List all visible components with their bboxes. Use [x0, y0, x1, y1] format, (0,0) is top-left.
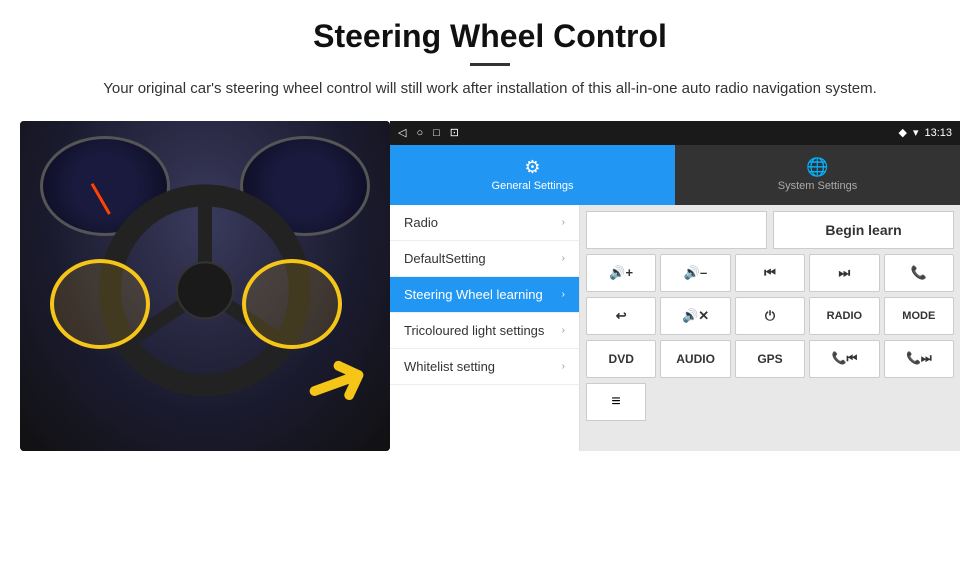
menu-steering-label: Steering Wheel learning — [404, 287, 543, 302]
chevron-icon-default: › — [562, 253, 565, 264]
menu-item-tricoloured[interactable]: Tricoloured light settings › — [390, 313, 579, 349]
highlight-circle-left — [50, 259, 150, 349]
dvd-button[interactable]: DVD — [586, 340, 656, 378]
menu-item-whitelist[interactable]: Whitelist setting › — [390, 349, 579, 385]
tab-system-settings[interactable]: 🌐 System Settings — [675, 145, 960, 205]
menu-item-steering[interactable]: Steering Wheel learning › — [390, 277, 579, 313]
tab-general-label: General Settings — [492, 180, 574, 192]
mode-button[interactable]: MODE — [884, 297, 954, 335]
gps-button[interactable]: GPS — [735, 340, 805, 378]
chevron-icon-radio: › — [562, 217, 565, 228]
vol-down-button[interactable]: 🔊– — [660, 254, 730, 292]
gear-icon: ⚙ — [524, 157, 540, 178]
audio-button[interactable]: AUDIO — [660, 340, 730, 378]
chevron-icon-whitelist: › — [562, 361, 565, 372]
status-bar: ◁ ○ □ ⊡ ◆ ▾ 13:13 — [390, 121, 960, 145]
begin-learn-row: Begin learn — [586, 211, 954, 249]
status-right: ◆ ▾ 13:13 — [898, 126, 952, 139]
system-icon: 🌐 — [806, 157, 828, 178]
recents-nav-icon[interactable]: □ — [433, 127, 440, 139]
left-menu: Radio › DefaultSetting › Steering Wheel … — [390, 205, 580, 451]
menu-item-radio[interactable]: Radio › — [390, 205, 579, 241]
begin-learn-button[interactable]: Begin learn — [773, 211, 954, 249]
vol-up-button[interactable]: 🔊+ — [586, 254, 656, 292]
chevron-icon-tricoloured: › — [562, 325, 565, 336]
header-section: Steering Wheel Control Your original car… — [0, 0, 980, 111]
menu-tricoloured-label: Tricoloured light settings — [404, 323, 544, 338]
android-ui: ◁ ○ □ ⊡ ◆ ▾ 13:13 ⚙ General Settings 🌐 S… — [390, 121, 960, 451]
page-title: Steering Wheel Control — [60, 18, 920, 55]
menu-default-label: DefaultSetting — [404, 251, 486, 266]
phone-button[interactable]: 📞 — [884, 254, 954, 292]
content-area: ➜ ◁ ○ □ ⊡ ◆ ▾ 13:13 ⚙ General Settings — [20, 121, 960, 451]
menu-radio-label: Radio — [404, 215, 438, 230]
nav-icons: ◁ ○ □ ⊡ — [398, 126, 459, 139]
main-content: Radio › DefaultSetting › Steering Wheel … — [390, 205, 960, 451]
subtitle-text: Your original car's steering wheel contr… — [60, 78, 920, 101]
button-grid-row1: 🔊+ 🔊– ⏮ ⏭ 📞 — [586, 254, 954, 292]
title-divider — [470, 63, 510, 66]
tab-system-label: System Settings — [778, 180, 857, 192]
mute-button[interactable]: 🔊✕ — [660, 297, 730, 335]
back-nav-icon[interactable]: ◁ — [398, 126, 406, 139]
list-icon-box[interactable]: ≡ — [586, 383, 646, 421]
radio-button[interactable]: RADIO — [809, 297, 879, 335]
tab-general-settings[interactable]: ⚙ General Settings — [390, 145, 675, 205]
chevron-icon-steering: › — [562, 289, 565, 300]
bottom-btn-row: DVD AUDIO GPS 📞⏮ 📞⏭ — [586, 340, 954, 378]
top-tabs: ⚙ General Settings 🌐 System Settings — [390, 145, 960, 205]
button-grid-row2: ↩ 🔊✕ ⏻ RADIO MODE — [586, 297, 954, 335]
right-panel: Begin learn 🔊+ 🔊– ⏮ ⏭ 📞 ↩ 🔊✕ ⏻ RADIO — [580, 205, 960, 451]
menu-item-default[interactable]: DefaultSetting › — [390, 241, 579, 277]
extra-icon-row: ≡ — [586, 383, 954, 421]
home-nav-icon[interactable]: ○ — [416, 127, 423, 139]
phone-next-button[interactable]: 📞⏭ — [884, 340, 954, 378]
empty-input-box — [586, 211, 767, 249]
clock: 13:13 — [924, 127, 952, 139]
power-button[interactable]: ⏻ — [735, 297, 805, 335]
prev-track-button[interactable]: ⏮ — [735, 254, 805, 292]
signal-icon: ▾ — [913, 126, 919, 139]
menu-nav-icon[interactable]: ⊡ — [450, 126, 459, 139]
next-track-button[interactable]: ⏭ — [809, 254, 879, 292]
wifi-icon: ◆ — [898, 126, 906, 139]
menu-whitelist-label: Whitelist setting — [404, 359, 495, 374]
steering-wheel-image: ➜ — [20, 121, 390, 451]
phone-prev-button[interactable]: 📞⏮ — [809, 340, 879, 378]
return-button[interactable]: ↩ — [586, 297, 656, 335]
